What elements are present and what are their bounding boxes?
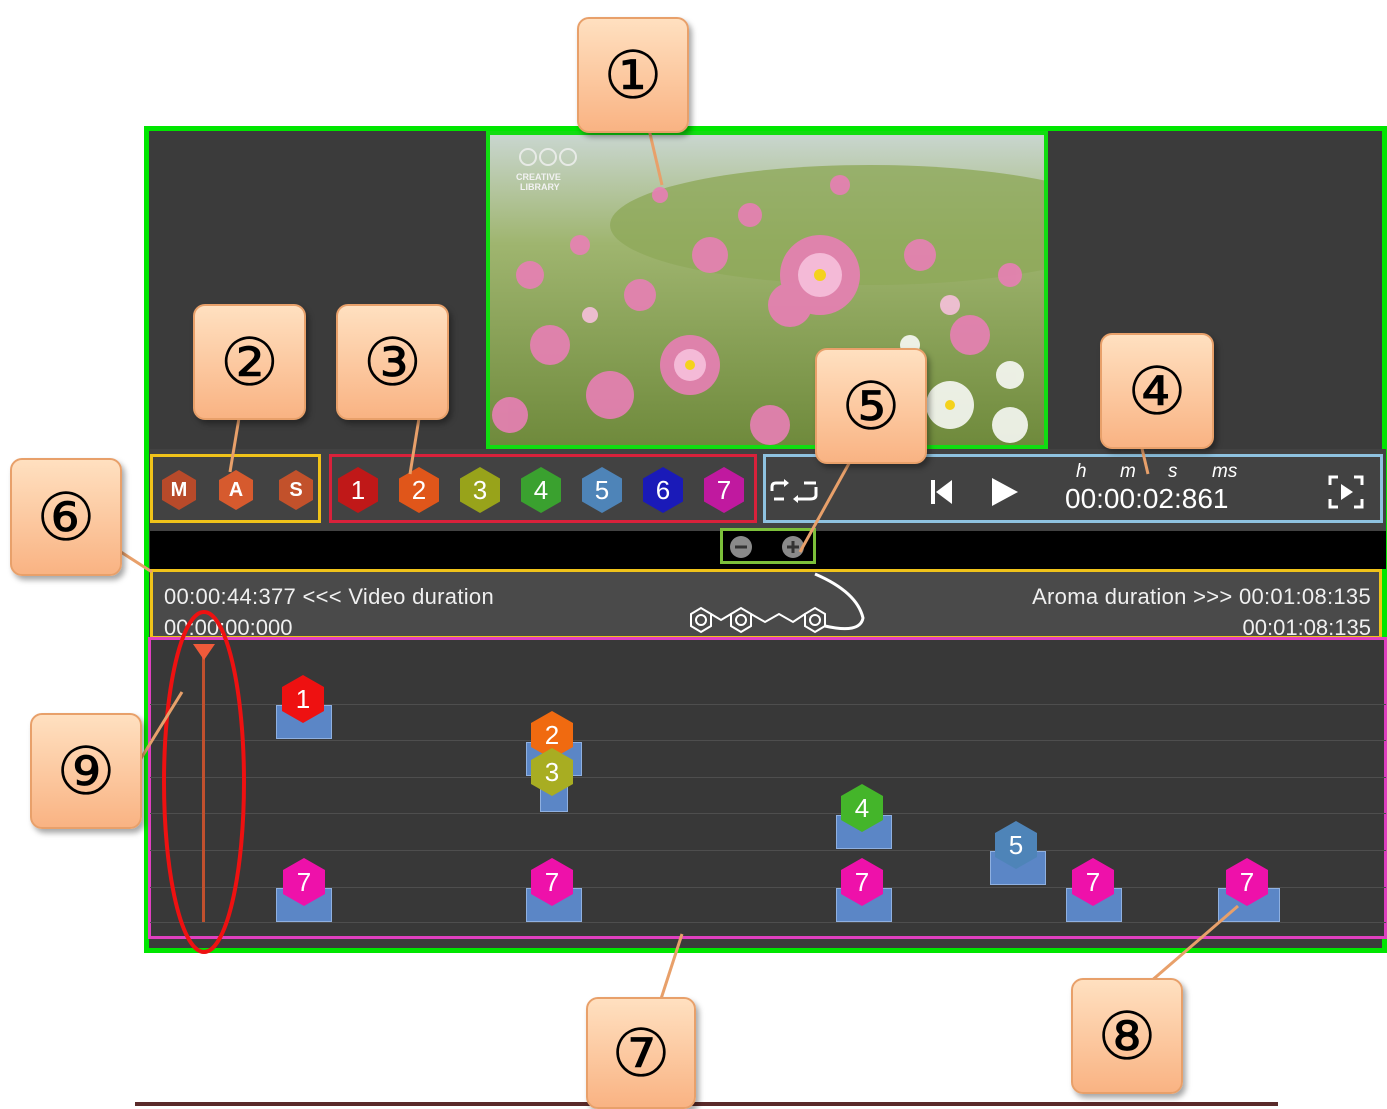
callout-1: ① (577, 17, 689, 133)
callout-6: ⑥ (10, 458, 122, 576)
callout-9: ⑨ (30, 713, 142, 829)
callout-3: ③ (336, 304, 449, 420)
callout-4: ④ (1100, 333, 1214, 449)
callout-7: ⑦ (586, 997, 696, 1109)
callout-2: ② (193, 304, 306, 420)
callout-pointers (109, 124, 1239, 1003)
callout-8: ⑧ (1071, 978, 1183, 1094)
callout-5: ⑤ (815, 348, 927, 464)
